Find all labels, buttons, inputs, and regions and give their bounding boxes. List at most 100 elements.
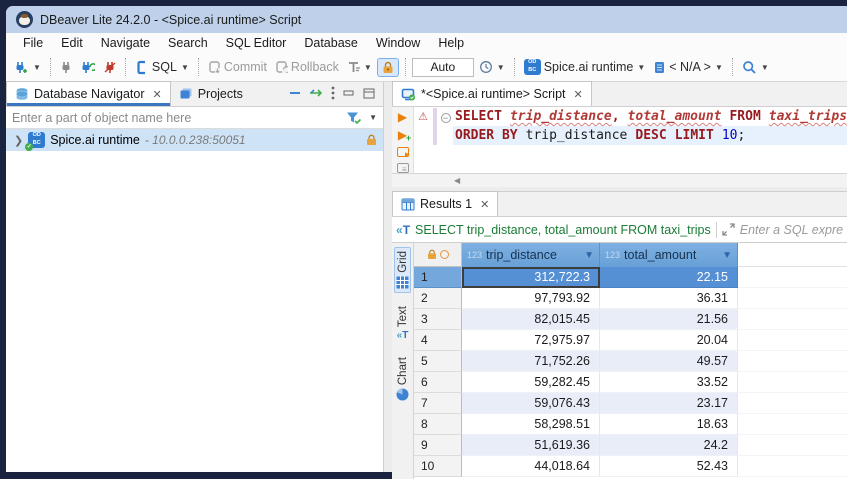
column-filter-icon[interactable]: ▼: [722, 250, 732, 261]
transaction-timeout-button[interactable]: ▼: [476, 58, 508, 76]
menu-item-database[interactable]: Database: [295, 33, 367, 53]
autocommit-toggle[interactable]: [377, 58, 399, 77]
grid-cell[interactable]: 82,015.45: [462, 309, 600, 330]
transaction-log-button[interactable]: ▼: [344, 58, 375, 76]
object-filter-input[interactable]: [12, 111, 340, 125]
row-number[interactable]: 8: [414, 414, 462, 435]
grid-cell[interactable]: 59,076.43: [462, 393, 600, 414]
grid-cell[interactable]: 58,298.51: [462, 414, 600, 435]
connect-button[interactable]: ▼: [10, 58, 44, 76]
column-header-total_amount[interactable]: 123total_amount▼: [600, 243, 738, 267]
row-number[interactable]: 3: [414, 309, 462, 330]
grid-cell[interactable]: 51,619.36: [462, 435, 600, 456]
connection-tree-item[interactable]: ❯ ODBC✓ Spice.ai runtime - 10.0.0.238:50…: [6, 129, 383, 151]
tab-chart[interactable]: Chart: [395, 354, 410, 404]
grid-cell[interactable]: 52.43: [600, 456, 738, 477]
disconnect-button[interactable]: [57, 58, 75, 76]
column-filter-icon[interactable]: ▼: [584, 250, 594, 261]
execute-statement-icon[interactable]: ▶: [398, 111, 407, 123]
script-log-icon[interactable]: [397, 163, 409, 173]
window-title: DBeaver Lite 24.2.0 - <Spice.ai runtime>…: [40, 13, 301, 27]
tab-results-1[interactable]: Results 1 ✕: [392, 191, 498, 216]
table-row[interactable]: 382,015.4521.56: [414, 309, 847, 330]
execute-script-icon[interactable]: [397, 147, 409, 157]
minimize-icon[interactable]: [343, 88, 355, 98]
filter-expression-placeholder[interactable]: Enter a SQL expression to: [740, 223, 843, 237]
row-number[interactable]: 1: [414, 267, 462, 288]
menu-item-edit[interactable]: Edit: [52, 33, 92, 53]
expand-panel-icon[interactable]: [722, 223, 735, 236]
chevron-down-icon[interactable]: ▼: [369, 113, 377, 122]
menu-item-search[interactable]: Search: [159, 33, 217, 53]
tab-projects[interactable]: Projects: [171, 81, 251, 106]
maximize-icon[interactable]: [363, 88, 375, 99]
row-number[interactable]: 6: [414, 372, 462, 393]
row-number[interactable]: 4: [414, 330, 462, 351]
grid-cell[interactable]: 21.56: [600, 309, 738, 330]
table-row[interactable]: 659,282.4533.52: [414, 372, 847, 393]
disconnect-all-button[interactable]: [100, 58, 119, 76]
close-icon[interactable]: ✕: [574, 88, 583, 101]
grid-cell[interactable]: 44,018.64: [462, 456, 600, 477]
table-row[interactable]: 1312,722.322.15: [414, 267, 847, 288]
grid-cell[interactable]: 59,282.45: [462, 372, 600, 393]
table-row[interactable]: 759,076.4323.17: [414, 393, 847, 414]
table-row[interactable]: 571,752.2649.57: [414, 351, 847, 372]
grid-cell[interactable]: 23.17: [600, 393, 738, 414]
grid-cell[interactable]: 72,975.97: [462, 330, 600, 351]
tab-text[interactable]: Text «T: [396, 303, 410, 344]
rollback-button[interactable]: Rollback: [272, 58, 342, 76]
tab-database-navigator[interactable]: Database Navigator ✕: [6, 81, 171, 106]
link-with-editor-icon[interactable]: [309, 88, 323, 98]
row-number[interactable]: 10: [414, 456, 462, 477]
table-row[interactable]: 297,793.9236.31: [414, 288, 847, 309]
view-menu-icon[interactable]: [331, 86, 335, 100]
commit-button[interactable]: Commit: [205, 58, 270, 76]
close-icon[interactable]: ✕: [480, 198, 489, 211]
table-row[interactable]: 858,298.5118.63: [414, 414, 847, 435]
editor-horizontal-scrollbar[interactable]: ◀: [392, 173, 847, 187]
grid-cell[interactable]: 97,793.92: [462, 288, 600, 309]
chevron-right-icon[interactable]: ❯: [14, 134, 23, 147]
commit-mode-field[interactable]: Auto: [412, 58, 474, 77]
grid-cell[interactable]: 18.63: [600, 414, 738, 435]
grid-corner-cell[interactable]: [414, 243, 462, 267]
tab-grid[interactable]: Grid: [394, 247, 411, 293]
grid-cell[interactable]: 36.31: [600, 288, 738, 309]
menu-item-file[interactable]: File: [14, 33, 52, 53]
grid-cell[interactable]: 33.52: [600, 372, 738, 393]
table-row[interactable]: 1044,018.6452.43: [414, 456, 847, 477]
schema-value: < N/A >: [669, 60, 711, 74]
table-row[interactable]: 472,975.9720.04: [414, 330, 847, 351]
table-row[interactable]: 951,619.3624.2: [414, 435, 847, 456]
column-header-trip_distance[interactable]: 123trip_distance▼: [462, 243, 600, 267]
grid-cell[interactable]: 20.04: [600, 330, 738, 351]
connection-selector[interactable]: ODBC Spice.ai runtime ▼: [521, 57, 649, 77]
panel-splitter[interactable]: [384, 82, 392, 479]
collapse-all-icon[interactable]: [289, 88, 301, 98]
grid-cell[interactable]: 312,722.3: [462, 267, 600, 288]
menu-item-sql-editor[interactable]: SQL Editor: [217, 33, 296, 53]
tab-script-editor[interactable]: *<Spice.ai runtime> Script ✕: [392, 81, 592, 106]
fold-collapse-icon[interactable]: −: [441, 113, 451, 123]
editor-code-area[interactable]: SELECTtrip_distance,total_amountFROMtaxi…: [453, 107, 847, 173]
new-sql-editor-button[interactable]: SQL ▼: [132, 58, 192, 77]
row-number[interactable]: 5: [414, 351, 462, 372]
grid-cell[interactable]: 71,752.26: [462, 351, 600, 372]
schema-selector[interactable]: < N/A > ▼: [650, 58, 726, 77]
reconnect-button[interactable]: [77, 58, 98, 76]
grid-cell[interactable]: 22.15: [600, 267, 738, 288]
menu-item-navigate[interactable]: Navigate: [92, 33, 159, 53]
grid-cell[interactable]: 24.2: [600, 435, 738, 456]
grid-cell[interactable]: 49.57: [600, 351, 738, 372]
row-number[interactable]: 9: [414, 435, 462, 456]
row-number[interactable]: 7: [414, 393, 462, 414]
close-icon[interactable]: ✕: [152, 88, 161, 101]
filter-funnel-icon[interactable]: [346, 111, 362, 125]
execute-new-tab-icon[interactable]: ▶+: [398, 129, 407, 141]
menu-item-help[interactable]: Help: [429, 33, 473, 53]
row-number[interactable]: 2: [414, 288, 462, 309]
menu-item-window[interactable]: Window: [367, 33, 429, 53]
scroll-left-icon[interactable]: ◀: [454, 176, 460, 185]
search-button[interactable]: ▼: [739, 58, 772, 77]
